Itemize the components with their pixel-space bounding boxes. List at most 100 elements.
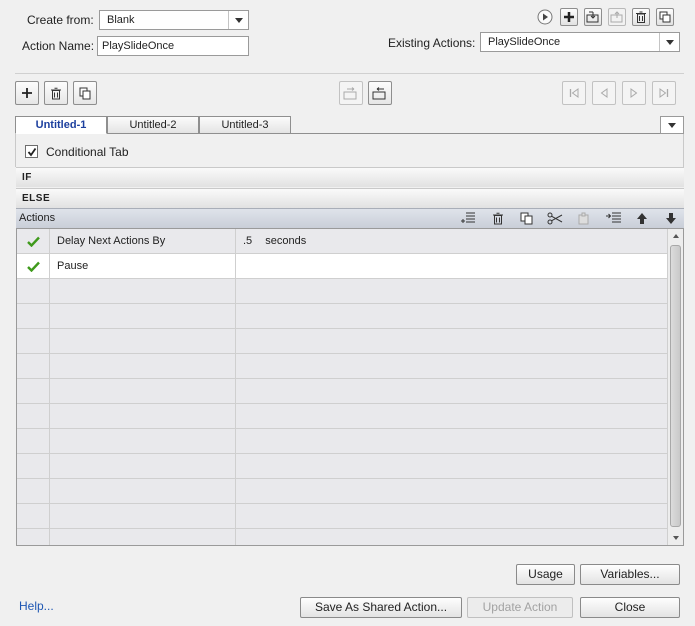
tab-untitled-1[interactable]: Untitled-1 bbox=[15, 116, 107, 134]
export-icon bbox=[343, 86, 357, 99]
else-section-header[interactable]: ELSE bbox=[16, 188, 684, 208]
duplicate-action-button[interactable] bbox=[656, 8, 674, 26]
copy-row-button[interactable] bbox=[516, 209, 536, 227]
export-tab-button[interactable] bbox=[339, 81, 363, 105]
table-row[interactable]: Pause bbox=[17, 254, 667, 279]
row-unit: seconds bbox=[265, 235, 307, 247]
table-row[interactable] bbox=[17, 404, 667, 429]
scissors-icon bbox=[547, 212, 563, 224]
insert-row-icon bbox=[461, 212, 475, 223]
import-icon bbox=[372, 86, 386, 99]
scrollbar-thumb[interactable] bbox=[670, 245, 681, 527]
paste-row-button[interactable] bbox=[574, 209, 594, 227]
checkmark-icon bbox=[26, 261, 40, 272]
table-row[interactable] bbox=[17, 429, 667, 454]
existing-actions-label: Existing Actions: bbox=[388, 36, 476, 50]
tab-untitled-2[interactable]: Untitled-2 bbox=[107, 116, 199, 134]
table-row[interactable] bbox=[17, 329, 667, 354]
add-action-button[interactable] bbox=[560, 8, 578, 26]
export-action-button[interactable] bbox=[608, 8, 626, 26]
copy-icon bbox=[79, 87, 91, 99]
tab-untitled-3[interactable]: Untitled-3 bbox=[199, 116, 291, 134]
prev-icon bbox=[600, 88, 608, 98]
conditional-tab-label: Conditional Tab bbox=[46, 145, 129, 159]
first-icon bbox=[569, 88, 579, 98]
insert-after-button[interactable] bbox=[603, 209, 623, 227]
existing-actions-select[interactable]: PlaySlideOnce bbox=[480, 32, 680, 52]
insert-after-icon bbox=[605, 212, 621, 223]
scroll-up-arrow[interactable] bbox=[668, 229, 683, 243]
action-name-input[interactable]: PlaySlideOnce bbox=[97, 36, 249, 56]
import-action-button[interactable] bbox=[584, 8, 602, 26]
preview-play-icon[interactable] bbox=[537, 9, 553, 25]
action-name-label: Action Name: bbox=[22, 39, 95, 53]
table-row[interactable] bbox=[17, 529, 667, 545]
next-tab-button[interactable] bbox=[622, 81, 646, 105]
import-tab-button[interactable] bbox=[368, 81, 392, 105]
row-status bbox=[17, 254, 50, 278]
row-value: .5 bbox=[243, 235, 253, 247]
header-divider bbox=[15, 73, 684, 74]
row-value-cell[interactable]: .5 seconds bbox=[236, 229, 667, 253]
close-button[interactable]: Close bbox=[580, 597, 680, 618]
conditional-tab-checkbox[interactable] bbox=[25, 145, 38, 158]
checkmark-icon bbox=[26, 236, 40, 247]
copy-tab-button[interactable] bbox=[73, 81, 97, 105]
actions-grid: Delay Next Actions By .5 seconds Pause bbox=[16, 228, 684, 546]
delete-action-button[interactable] bbox=[632, 8, 650, 26]
help-link[interactable]: Help... bbox=[19, 599, 54, 613]
table-row[interactable] bbox=[17, 279, 667, 304]
next-icon bbox=[630, 88, 638, 98]
grid-scrollbar[interactable] bbox=[667, 229, 683, 545]
table-row[interactable]: Delay Next Actions By .5 seconds bbox=[17, 229, 667, 254]
table-row[interactable] bbox=[17, 504, 667, 529]
create-from-value: Blank bbox=[107, 14, 135, 26]
table-row[interactable] bbox=[17, 354, 667, 379]
chevron-down-icon bbox=[661, 117, 683, 133]
table-row[interactable] bbox=[17, 379, 667, 404]
chevron-down-icon bbox=[659, 33, 679, 51]
update-action-button[interactable]: Update Action bbox=[467, 597, 573, 618]
scroll-down-arrow[interactable] bbox=[668, 531, 683, 545]
variables-button[interactable]: Variables... bbox=[580, 564, 680, 585]
row-action[interactable]: Pause bbox=[50, 254, 236, 278]
first-tab-button[interactable] bbox=[562, 81, 586, 105]
if-section-header[interactable]: IF bbox=[16, 167, 684, 187]
chevron-down-icon bbox=[228, 11, 248, 29]
plus-icon bbox=[564, 12, 574, 22]
export-icon bbox=[610, 11, 623, 23]
save-shared-action-button[interactable]: Save As Shared Action... bbox=[300, 597, 462, 618]
existing-actions-value: PlaySlideOnce bbox=[488, 36, 561, 48]
table-row[interactable] bbox=[17, 479, 667, 504]
table-row[interactable] bbox=[17, 304, 667, 329]
trash-icon bbox=[636, 11, 646, 23]
paste-icon bbox=[578, 212, 588, 224]
checkmark-icon bbox=[27, 147, 36, 156]
add-tab-button[interactable] bbox=[15, 81, 39, 105]
create-from-select[interactable]: Blank bbox=[99, 10, 249, 30]
last-tab-button[interactable] bbox=[652, 81, 676, 105]
tab-list-dropdown[interactable] bbox=[660, 116, 684, 134]
delete-row-button[interactable] bbox=[488, 209, 508, 227]
import-icon bbox=[586, 11, 599, 23]
trash-icon bbox=[493, 212, 503, 224]
cut-row-button[interactable] bbox=[545, 209, 565, 227]
move-up-button[interactable] bbox=[632, 209, 652, 227]
trash-icon bbox=[51, 87, 61, 99]
prev-tab-button[interactable] bbox=[592, 81, 616, 105]
usage-button[interactable]: Usage bbox=[516, 564, 575, 585]
arrow-up-icon bbox=[637, 212, 647, 224]
row-value-cell[interactable] bbox=[236, 254, 667, 278]
table-row[interactable] bbox=[17, 454, 667, 479]
move-down-button[interactable] bbox=[661, 209, 681, 227]
arrow-down-icon bbox=[666, 212, 676, 224]
plus-icon bbox=[22, 88, 32, 98]
delete-tab-button[interactable] bbox=[44, 81, 68, 105]
row-status bbox=[17, 229, 50, 253]
duplicate-icon bbox=[659, 11, 671, 23]
row-action[interactable]: Delay Next Actions By bbox=[50, 229, 236, 253]
create-from-label: Create from: bbox=[27, 13, 94, 27]
actions-label: Actions bbox=[19, 212, 56, 224]
last-icon bbox=[659, 88, 669, 98]
insert-row-button[interactable] bbox=[458, 209, 478, 227]
